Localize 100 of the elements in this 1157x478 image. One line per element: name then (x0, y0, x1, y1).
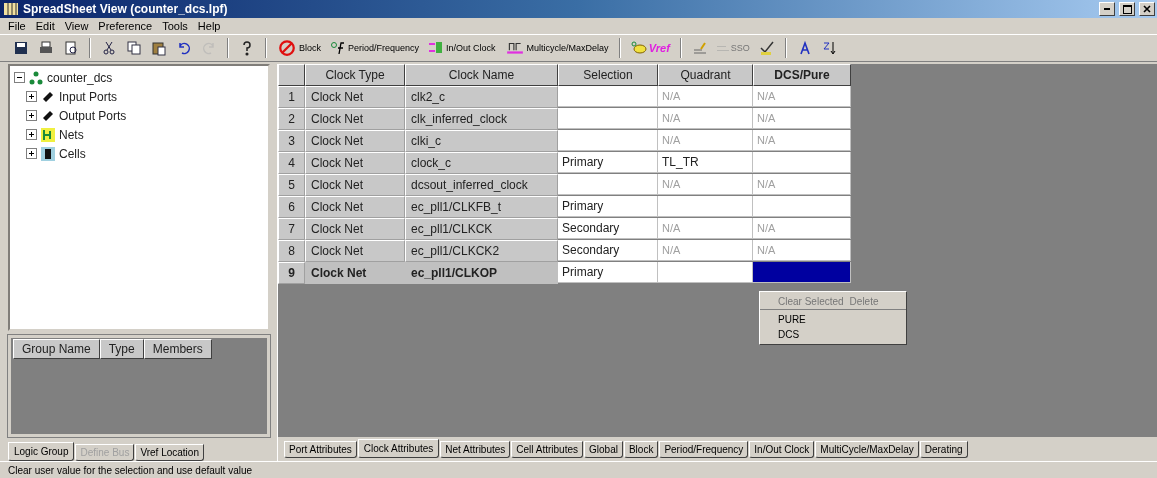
table-cell: ec_pll1/CLKFB_t (405, 196, 558, 218)
table-cell: dcsout_inferred_clock (405, 174, 558, 196)
tab[interactable]: Global (584, 441, 623, 458)
table-cell: Clock Net (305, 152, 405, 174)
table-cell: Clock Net (305, 262, 405, 284)
tab[interactable]: Cell Attributes (511, 441, 584, 458)
menu-item[interactable]: PURE (760, 312, 906, 327)
net-icon (40, 126, 56, 143)
table-cell[interactable] (558, 130, 658, 151)
lines-icon (716, 45, 729, 51)
menu-item[interactable]: Tools (158, 20, 192, 32)
table-cell: clk2_c (405, 86, 558, 108)
minimize-button[interactable] (1099, 2, 1115, 16)
print-icon (38, 40, 54, 56)
table-cell: Clock Net (305, 174, 405, 196)
table-cell[interactable] (558, 108, 658, 129)
menu-item[interactable]: Help (193, 20, 225, 32)
table-cell[interactable] (753, 262, 851, 283)
sort-icon (821, 40, 838, 56)
table-cell[interactable]: Primary (558, 262, 658, 283)
tree-item[interactable]: Input Ports (59, 89, 118, 104)
table-cell: Clock Net (305, 218, 405, 240)
table-cell[interactable]: TL_TR (658, 152, 753, 173)
row-number[interactable]: 2 (278, 108, 305, 130)
column-header[interactable]: Group Name (13, 338, 100, 359)
tab[interactable]: MultiCycle/MaxDelay (815, 441, 919, 458)
status-text: Clear user value for the selection and use default value (8, 464, 253, 476)
row-number[interactable]: 5 (278, 174, 305, 196)
column-header[interactable]: Type (99, 338, 144, 359)
tab[interactable]: Vref Location (135, 444, 204, 461)
copy-icon (126, 40, 142, 56)
menu-item[interactable]: DCS (760, 327, 906, 342)
toolbar-button[interactable]: Period/Frequency (327, 37, 423, 59)
edit-lines-icon (691, 40, 708, 56)
spreadsheet-icon (3, 1, 19, 17)
column-header[interactable]: DCS/Pure (753, 64, 851, 86)
row-number[interactable]: 7 (278, 218, 305, 240)
tab[interactable]: Port Attributes (284, 441, 357, 458)
tab[interactable]: Logic Group (8, 442, 75, 461)
table-cell: ec_pll1/CLKOP (405, 262, 558, 284)
table-cell[interactable] (558, 86, 658, 107)
window-title: SpreadSheet View (counter_dcs.lpf) (23, 2, 228, 16)
no-entry-icon (277, 39, 297, 57)
column-header[interactable]: Clock Name (405, 64, 558, 86)
row-number[interactable]: 3 (278, 130, 305, 152)
menu-item[interactable]: File (4, 20, 30, 32)
expand-toggle[interactable] (26, 148, 37, 159)
table-cell: Clock Net (305, 86, 405, 108)
check-pen-icon (758, 40, 775, 56)
table-cell[interactable] (558, 174, 658, 195)
tab[interactable]: Block (623, 441, 659, 458)
save-icon (13, 40, 29, 56)
table-cell[interactable] (753, 196, 851, 217)
tab[interactable]: Net Attributes (440, 441, 511, 458)
undo-icon (176, 40, 192, 56)
menu-item[interactable]: View (60, 20, 93, 32)
cut-icon (101, 40, 117, 56)
row-number[interactable]: 8 (278, 240, 305, 262)
tab[interactable]: Clock Attributes (357, 439, 440, 458)
table-cell[interactable]: Secondary (558, 218, 658, 239)
row-number[interactable]: 6 (278, 196, 305, 218)
table-cell[interactable] (658, 196, 753, 217)
close-icon (1143, 5, 1151, 13)
expand-toggle[interactable] (26, 110, 37, 121)
tab[interactable]: Derating (919, 441, 968, 458)
table-cell[interactable] (658, 262, 753, 283)
maximize-button[interactable] (1119, 2, 1135, 16)
column-header[interactable]: Selection (558, 64, 658, 86)
expand-toggle[interactable] (26, 91, 37, 102)
table-cell: Clock Net (305, 130, 405, 152)
menu-item[interactable]: Edit (31, 20, 59, 32)
paste-icon (151, 40, 167, 56)
table-cell[interactable]: Primary (558, 196, 658, 217)
toolbar-button[interactable]: Block (274, 37, 324, 59)
print-preview-icon (63, 40, 79, 56)
table-cell[interactable]: Secondary (558, 240, 658, 261)
collapse-toggle[interactable] (14, 72, 25, 83)
toolbar-button[interactable]: Multicycle/MaxDelay (501, 37, 612, 59)
tree-item[interactable]: counter_dcs (47, 70, 113, 85)
table-cell[interactable]: Primary (558, 152, 658, 173)
table-cell: Clock Net (305, 108, 405, 130)
close-button[interactable] (1139, 2, 1155, 16)
tab[interactable]: In/Out Clock (749, 441, 815, 458)
tree-item[interactable]: Nets (59, 127, 84, 142)
tree-item[interactable]: Output Ports (59, 108, 127, 123)
column-header[interactable]: Members (143, 338, 212, 359)
row-number[interactable]: 4 (278, 152, 305, 174)
row-number[interactable]: 9 (278, 262, 305, 284)
column-header[interactable]: Clock Type (305, 64, 405, 86)
column-header[interactable]: Quadrant (658, 64, 753, 86)
minimize-icon (1104, 8, 1110, 10)
table-cell[interactable] (753, 152, 851, 173)
tab[interactable]: Period/Frequency (659, 441, 749, 458)
table-cell: clock_c (405, 152, 558, 174)
table-cell: ec_pll1/CLKCK2 (405, 240, 558, 262)
menu-item[interactable]: Preference (94, 20, 157, 32)
toolbar-button[interactable]: In/Out Clock (425, 37, 499, 59)
row-number[interactable]: 1 (278, 86, 305, 108)
expand-toggle[interactable] (26, 129, 37, 140)
tree-item[interactable]: Cells (59, 146, 86, 161)
